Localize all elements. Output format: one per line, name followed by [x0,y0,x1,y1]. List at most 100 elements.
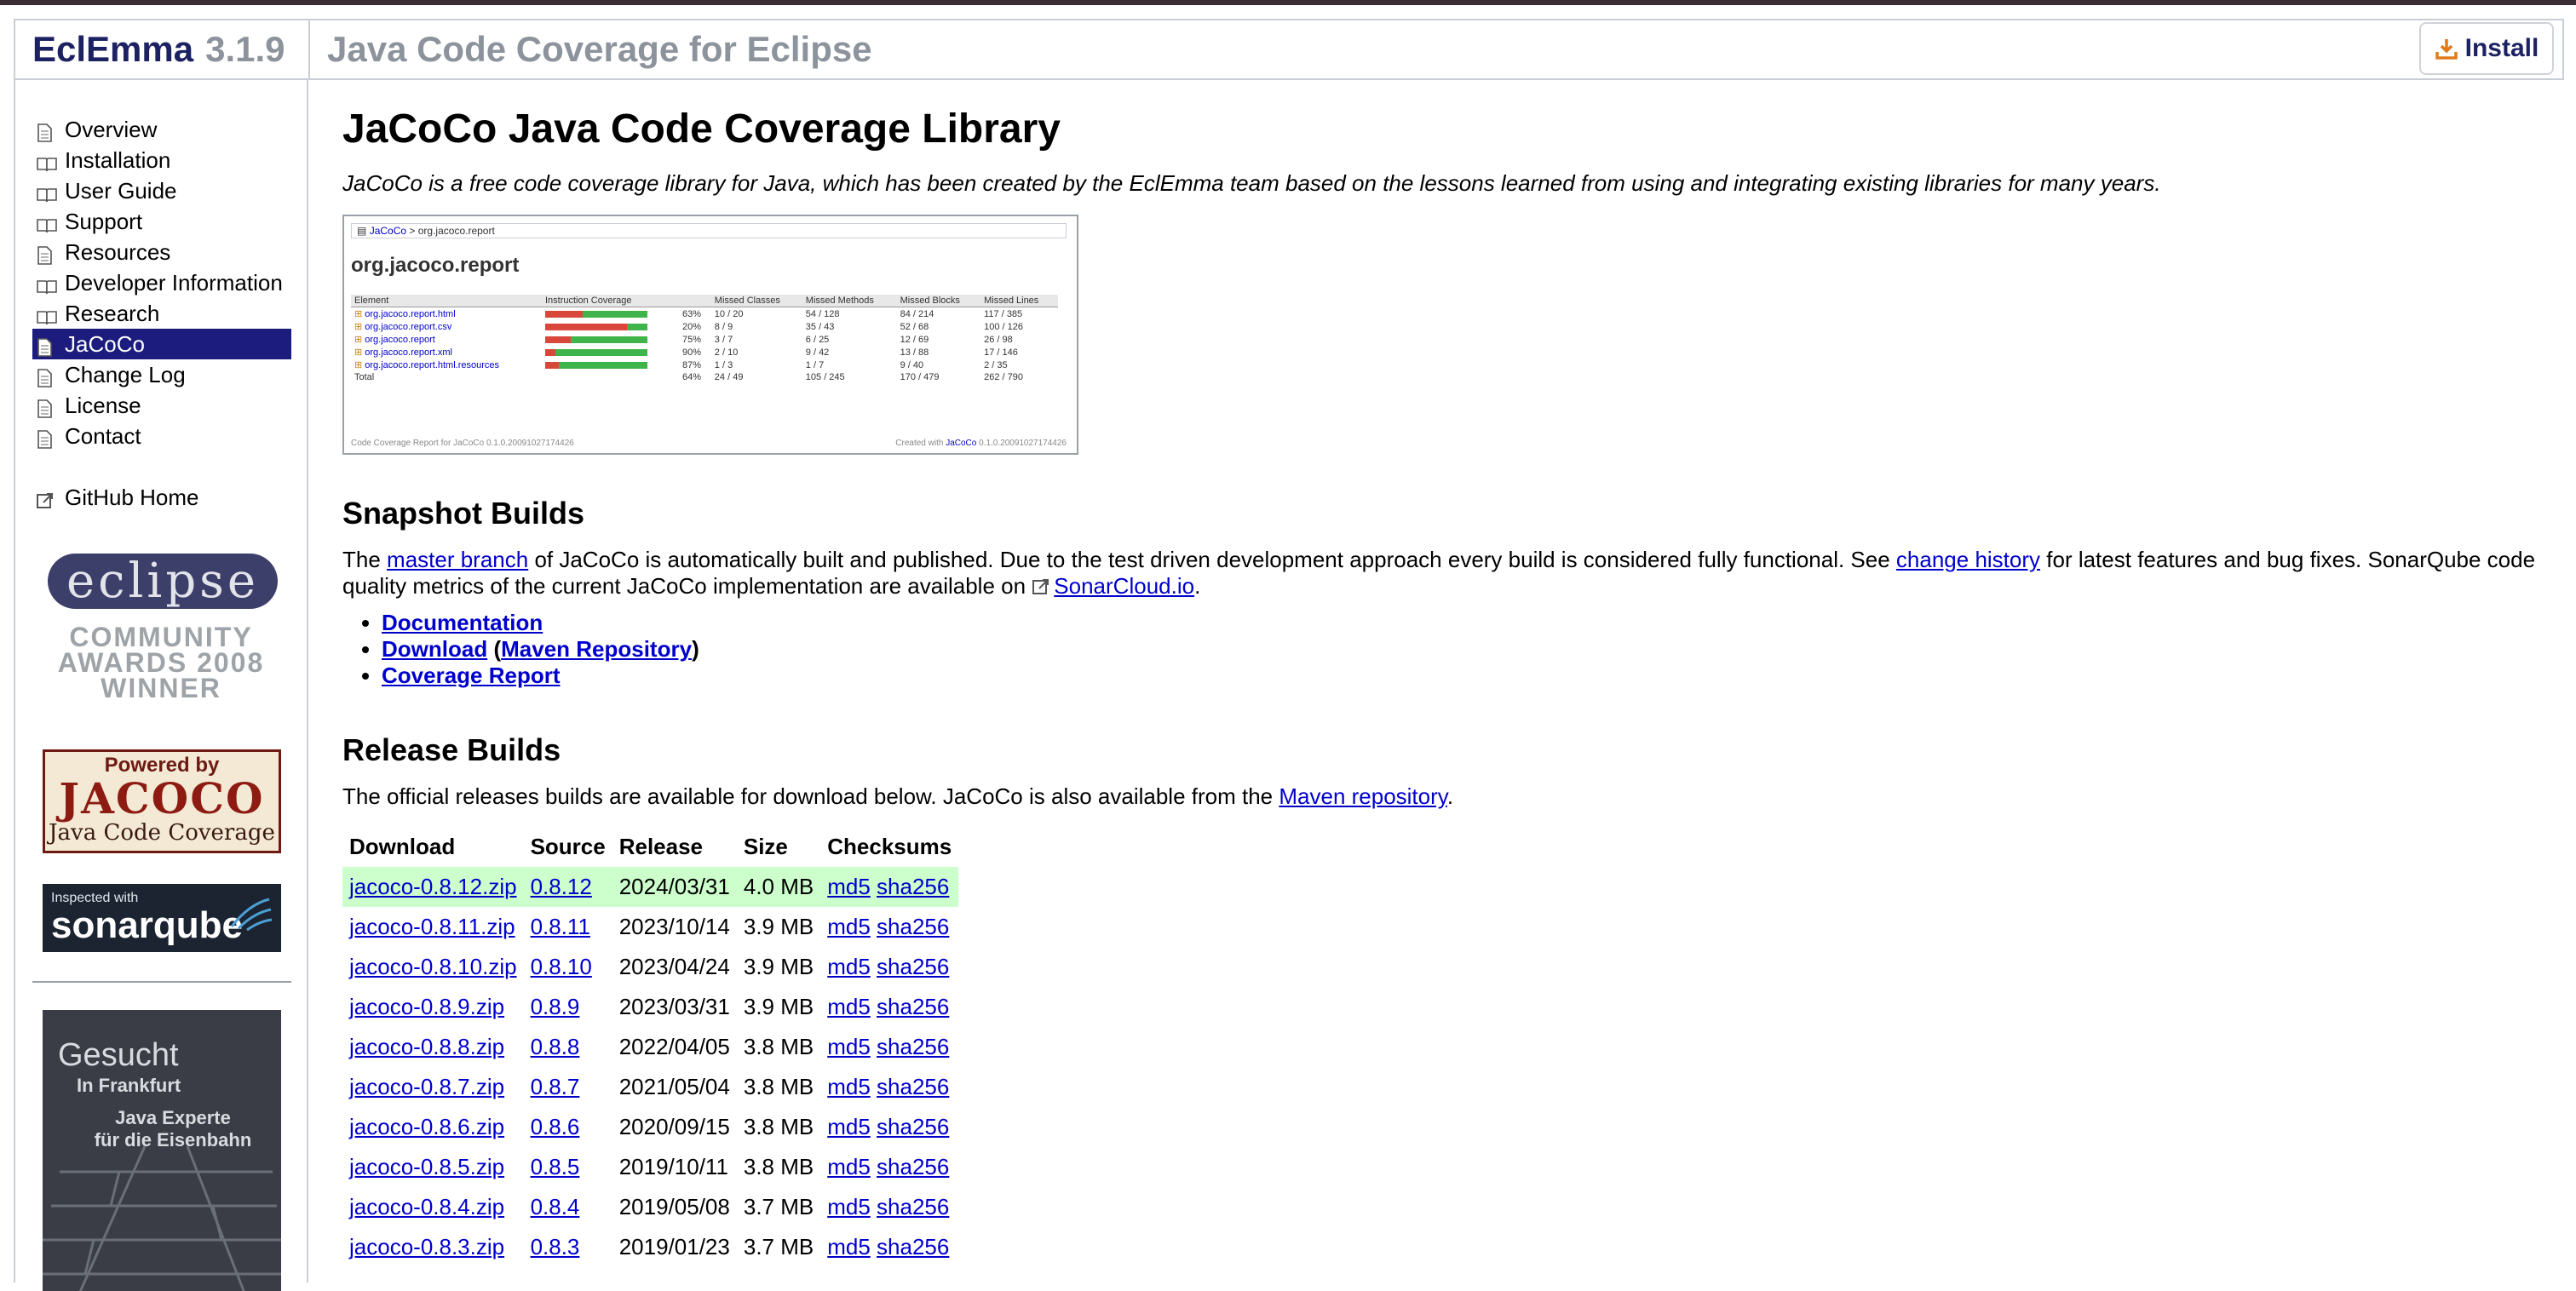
sidebar-item-installation[interactable]: Installation [32,145,291,175]
table-cell: 0.8.3 [524,1227,612,1267]
documentation-link[interactable]: Documentation [382,610,543,635]
preview-cell-b: 12 / 69 [900,334,929,345]
maven-repo-link[interactable]: Maven repository [1279,783,1447,809]
md5-link[interactable]: md5 [827,1234,871,1259]
md5-link[interactable]: md5 [827,914,871,939]
md5-link[interactable]: md5 [827,1114,871,1139]
source-tag-link[interactable]: 0.8.7 [531,1074,580,1099]
sidebar-item-research[interactable]: Research [32,298,291,329]
download-zip-link[interactable]: jacoco-0.8.11.zip [349,914,515,939]
table-cell: jacoco-0.8.7.zip [342,1067,524,1107]
sha256-link[interactable]: sha256 [877,1034,949,1059]
download-zip-link[interactable]: jacoco-0.8.7.zip [349,1074,504,1099]
sidebar-item-developer-information[interactable]: Developer Information [32,267,291,298]
table-cell: 2022/04/05 [612,1027,737,1067]
sidebar-item-overview[interactable]: Overview [32,114,291,145]
md5-link[interactable]: md5 [827,994,871,1019]
download-zip-link[interactable]: jacoco-0.8.5.zip [349,1154,504,1179]
sidebar-item-label: Installation [65,147,171,173]
download-zip-link[interactable]: jacoco-0.8.8.zip [349,1034,504,1059]
download-zip-link[interactable]: jacoco-0.8.3.zip [349,1234,504,1259]
preview-package-link[interactable]: org.jacoco.report.xml [365,347,452,358]
md5-link[interactable]: md5 [827,954,871,979]
sidebar-item-contact[interactable]: Contact [32,421,291,451]
source-tag-link[interactable]: 0.8.4 [531,1194,580,1219]
job-ad-banner[interactable]: Gesucht In Frankfurt Java Experte für di… [43,1010,281,1291]
release-date: 2021/05/04 [618,1074,730,1099]
sha256-link[interactable]: sha256 [877,994,949,1019]
preview-package-link[interactable]: org.jacoco.report.html [365,309,455,319]
sidebar-item-jacoco[interactable]: JaCoCo [32,329,291,359]
source-tag-link[interactable]: 0.8.10 [531,954,592,979]
sha256-link[interactable]: sha256 [877,1154,949,1179]
brand[interactable]: EclEmma 3.1.9 [15,20,310,78]
powered-by-jacoco-badge[interactable]: Powered by JACOCO Java Code Coverage [43,749,281,853]
coverage-report-link[interactable]: Coverage Report [382,663,561,688]
table-cell: 2020/09/15 [612,1107,737,1147]
preview-row: ⊞ org.jacoco.report 75% 3 / 7 6 / 25 12 / 69… [351,333,1058,346]
md5-link[interactable]: md5 [827,1194,871,1219]
table-cell: jacoco-0.8.9.zip [342,987,524,1027]
maven-repository-link[interactable]: Maven Repository [501,636,692,662]
table-row: jacoco-0.8.8.zip 0.8.8 2022/04/05 3.8 MB md5… [342,1027,958,1067]
sonarqube-badge[interactable]: Inspected with sonarqube [43,884,281,952]
table-row: jacoco-0.8.10.zip 0.8.10 2023/04/24 3.9 MB m… [342,947,958,987]
preview-cell-name: ⊞ org.jacoco.report [354,335,435,345]
table-cell: 2023/04/24 [612,947,737,987]
eclipse-award-logo[interactable]: eclipse COMMUNITY AWARDS 2008 WINNER [48,545,279,715]
master-branch-link[interactable]: master branch [387,547,528,572]
sha256-link[interactable]: sha256 [877,874,949,899]
source-tag-link[interactable]: 0.8.5 [531,1154,580,1179]
preview-package-link[interactable]: org.jacoco.report.html.resources [365,360,499,370]
sidebar-item-resources[interactable]: Resources [32,237,291,267]
table-cell: 0.8.12 [523,867,612,907]
table-cell: md5 sha256 [820,1227,958,1267]
preview-cell-pct: 87% [682,359,702,370]
preview-total-spacer [542,371,679,383]
sha256-link[interactable]: sha256 [877,1234,949,1259]
table-cell: jacoco-0.8.8.zip [342,1027,524,1067]
table-cell: jacoco-0.8.4.zip [342,1187,524,1227]
page-icon [36,426,58,449]
sha256-link[interactable]: sha256 [877,954,949,979]
table-cell: jacoco-0.8.3.zip [342,1227,524,1267]
download-zip-link[interactable]: jacoco-0.8.12.zip [349,874,517,899]
award-line-2: AWARDS 2008 [57,647,265,678]
sidebar-item-support[interactable]: Support [32,206,291,237]
preview-package-link[interactable]: org.jacoco.report [365,335,435,345]
release-date: 2024/03/31 [618,874,730,899]
install-button[interactable]: Install [2419,22,2554,75]
sha256-link[interactable]: sha256 [877,1194,949,1219]
source-tag-link[interactable]: 0.8.11 [531,914,590,939]
preview-package-link[interactable]: org.jacoco.report.csv [365,322,451,332]
download-zip-link[interactable]: jacoco-0.8.9.zip [349,994,504,1019]
md5-link[interactable]: md5 [827,1034,871,1059]
download-zip-link[interactable]: jacoco-0.8.4.zip [349,1194,504,1219]
table-cell: 2023/10/14 [612,907,737,947]
preview-row: ⊞ org.jacoco.report.csv 20% 8 / 9 35 / 43 52… [351,320,1058,333]
source-tag-link[interactable]: 0.8.8 [531,1034,580,1059]
sidebar-item-label: JaCoCo [65,331,145,357]
coverage-report-preview[interactable]: ▤ JaCoCo > org.jacoco.report org.jacoco.… [342,215,1078,455]
preview-report-icon: ▤ [357,225,367,237]
source-tag-link[interactable]: 0.8.12 [531,874,592,899]
sha256-link[interactable]: sha256 [877,1074,949,1099]
source-tag-link[interactable]: 0.8.9 [531,994,580,1019]
sonarcloud-link[interactable]: SonarCloud.io [1054,573,1194,599]
sha256-link[interactable]: sha256 [877,914,949,939]
sidebar-item-user-guide[interactable]: User Guide [32,175,291,206]
sidebar-item-change-log[interactable]: Change Log [32,359,291,390]
source-tag-link[interactable]: 0.8.6 [531,1114,580,1139]
coverage-bar-missed [544,336,571,343]
change-history-link[interactable]: change history [1896,547,2040,572]
sidebar-item-github-home[interactable]: GitHub Home [32,482,291,513]
md5-link[interactable]: md5 [827,1154,871,1179]
source-tag-link[interactable]: 0.8.3 [531,1234,580,1259]
download-zip-link[interactable]: jacoco-0.8.10.zip [349,954,517,979]
download-link[interactable]: Download [382,636,487,662]
download-zip-link[interactable]: jacoco-0.8.6.zip [349,1114,504,1139]
sidebar-item-license[interactable]: License [32,390,291,421]
sha256-link[interactable]: sha256 [877,1114,949,1139]
md5-link[interactable]: md5 [827,874,871,899]
md5-link[interactable]: md5 [827,1074,871,1099]
